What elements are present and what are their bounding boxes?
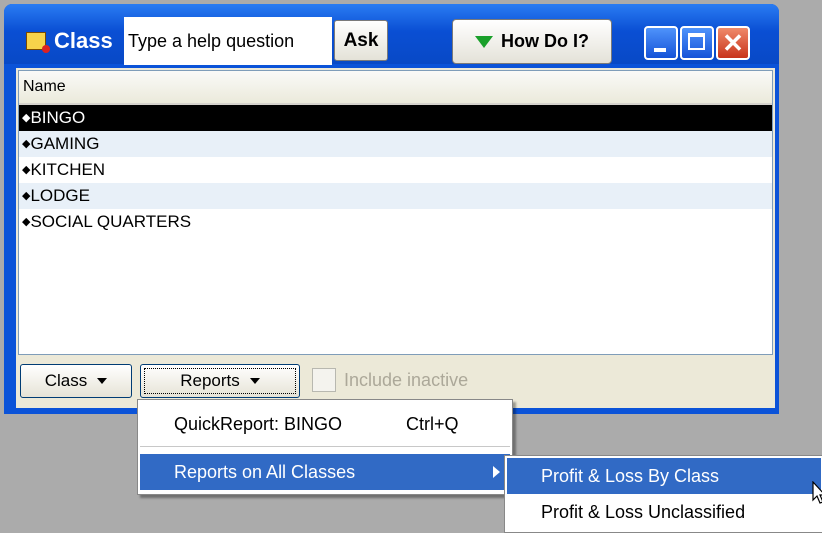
list-item-label: LODGE — [30, 186, 90, 205]
title-bar[interactable]: Class Ask How Do I? ✕ — [4, 4, 779, 65]
list-item[interactable]: ◆LODGE — [19, 183, 772, 209]
list-item[interactable]: ◆GAMING — [19, 131, 772, 157]
diamond-icon: ◆ — [22, 190, 31, 202]
class-list[interactable]: Name ◆BINGO ◆GAMING ◆KITCHEN ◆LODGE ◆SOC… — [18, 70, 773, 355]
diamond-icon: ◆ — [22, 112, 31, 124]
include-inactive-label: Include inactive — [344, 370, 469, 390]
menu-item-reports-all-classes[interactable]: Reports on All Classes — [140, 454, 510, 490]
list-item-label: GAMING — [30, 134, 100, 153]
menu-item-quickreport[interactable]: QuickReport: BINGO Ctrl+Q — [140, 406, 510, 442]
reports-menu-button[interactable]: Reports — [140, 364, 300, 398]
menu-item-label: Reports on All Classes — [174, 462, 356, 482]
list-item-label: BINGO — [30, 108, 86, 127]
menu-item-label: Profit & Loss Unclassified — [541, 502, 746, 522]
bottom-toolbar: Class Reports Include inactive — [16, 358, 775, 402]
chevron-down-icon — [249, 378, 260, 384]
mouse-cursor-icon — [812, 481, 822, 504]
minimize-button[interactable] — [644, 26, 678, 60]
class-list-window: Class Ask How Do I? ✕ Name ◆BINGO ◆GAMIN… — [4, 4, 779, 414]
dropdown-triangle-icon — [475, 35, 493, 48]
how-do-i-label: How Do I? — [501, 31, 589, 51]
menu-item-label: QuickReport: BINGO — [174, 414, 343, 434]
diamond-icon: ◆ — [22, 216, 31, 228]
list-item-label: KITCHEN — [30, 160, 106, 179]
class-button-label: Class — [44, 371, 88, 390]
diamond-icon: ◆ — [22, 164, 31, 176]
diamond-icon: ◆ — [22, 138, 31, 150]
maximize-button[interactable] — [680, 26, 714, 60]
close-button[interactable]: ✕ — [716, 26, 750, 60]
chevron-down-icon — [97, 378, 108, 384]
list-item[interactable]: ◆SOCIAL QUARTERS — [19, 209, 772, 235]
window-client-area: Name ◆BINGO ◆GAMING ◆KITCHEN ◆LODGE ◆SOC… — [16, 68, 775, 408]
list-item[interactable]: ◆KITCHEN — [19, 157, 772, 183]
class-list-icon — [26, 32, 50, 53]
minimize-icon — [654, 48, 666, 52]
ask-button[interactable]: Ask — [334, 20, 388, 61]
list-item[interactable]: ◆BINGO — [19, 105, 772, 131]
help-search-box[interactable] — [124, 17, 340, 65]
reports-submenu: Profit & Loss By Class Profit & Loss Unc… — [504, 455, 822, 533]
include-inactive-checkbox[interactable] — [312, 368, 336, 392]
list-item-label: SOCIAL QUARTERS — [30, 212, 192, 231]
menu-separator — [140, 446, 510, 447]
window-title: Class — [54, 28, 113, 53]
menu-item-shortcut: Ctrl+Q — [406, 414, 459, 434]
class-menu-button[interactable]: Class — [20, 364, 132, 398]
reports-button-label: Reports — [180, 371, 240, 390]
menu-item-pl-by-class[interactable]: Profit & Loss By Class — [507, 458, 821, 494]
submenu-arrow-icon — [493, 466, 500, 478]
maximize-icon — [688, 33, 705, 50]
reports-dropdown-menu: QuickReport: BINGO Ctrl+Q Reports on All… — [137, 399, 513, 495]
column-header-name[interactable]: Name — [19, 71, 772, 105]
help-question-input[interactable] — [124, 17, 340, 65]
close-icon: ✕ — [722, 28, 744, 58]
menu-item-pl-unclassified[interactable]: Profit & Loss Unclassified — [507, 494, 821, 530]
how-do-i-button[interactable]: How Do I? — [452, 19, 612, 64]
menu-item-label: Profit & Loss By Class — [541, 466, 720, 486]
